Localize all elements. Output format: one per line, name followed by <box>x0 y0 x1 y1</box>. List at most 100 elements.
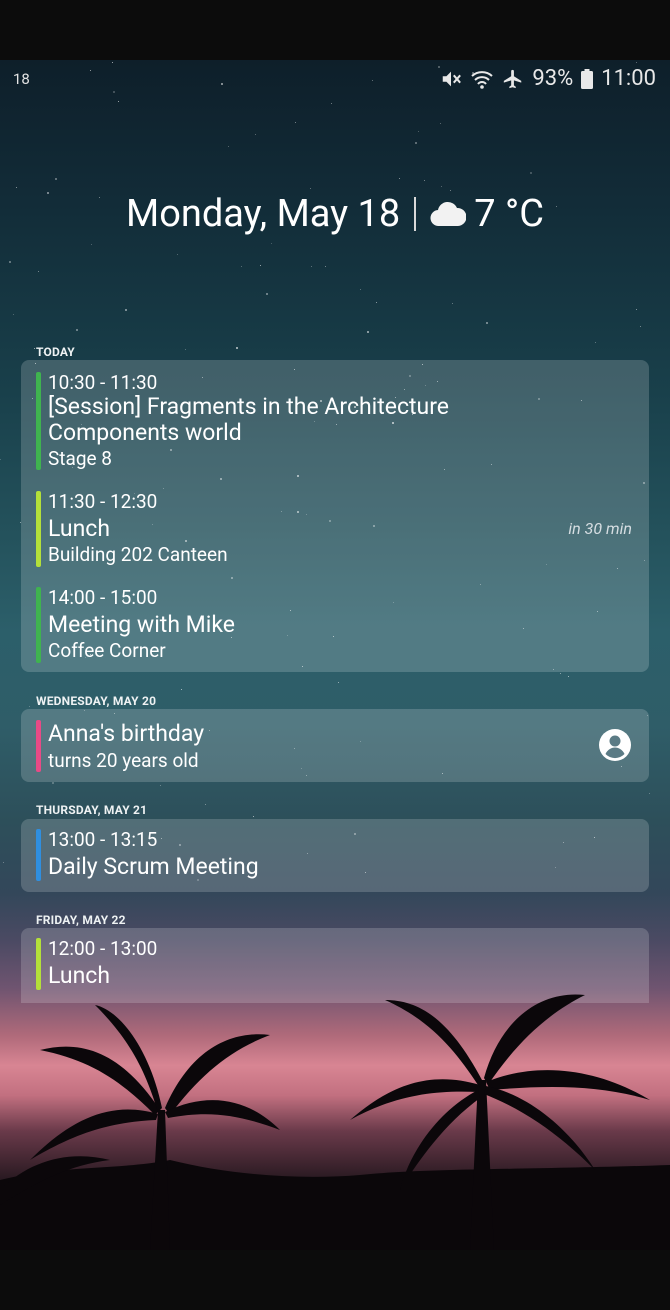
lock-screen: 18 93% 11:00 Monday, May 18 7 °C TODAY 1… <box>0 60 670 1250</box>
event-title: Meeting with Mike <box>48 611 235 638</box>
star <box>415 142 417 144</box>
event-time: 13:00 - 13:15 <box>48 828 158 851</box>
date-text: Monday, May 18 <box>126 192 401 236</box>
event-title-line2: Components world <box>48 419 242 446</box>
weather: 7 °C <box>430 192 544 236</box>
event-title: Daily Scrum Meeting <box>48 853 259 880</box>
star <box>228 146 229 147</box>
star <box>338 682 339 683</box>
header-divider <box>414 197 417 231</box>
event-location: Stage 8 <box>48 447 112 470</box>
event-location: Coffee Corner <box>48 639 166 662</box>
section-label-friday: FRIDAY, MAY 22 <box>36 913 126 927</box>
event-meeting[interactable]: 14:00 - 15:00 Meeting with Mike Coffee C… <box>21 580 649 664</box>
events-card-today: 10:30 - 11:30 [Session] Fragments in the… <box>21 360 649 672</box>
star <box>568 676 569 677</box>
star <box>91 244 92 245</box>
event-time: 12:00 - 13:00 <box>48 937 158 960</box>
star <box>360 289 361 290</box>
section-label-thursday: THURSDAY, MAY 21 <box>36 803 148 817</box>
wifi-icon <box>471 70 494 89</box>
event-title: Lunch <box>48 515 110 542</box>
section-label-today: TODAY <box>36 345 75 359</box>
star <box>295 122 296 123</box>
event-title: Lunch <box>48 962 110 989</box>
section-label-wednesday: WEDNESDAY, MAY 20 <box>36 694 157 708</box>
star <box>38 271 39 272</box>
star <box>0 459 1 460</box>
mute-icon <box>443 71 462 86</box>
star <box>266 293 268 295</box>
events-card-thursday: 13:00 - 13:15 Daily Scrum Meeting <box>21 819 649 892</box>
star <box>367 331 369 333</box>
event-scrum[interactable]: 13:00 - 13:15 Daily Scrum Meeting <box>21 819 649 892</box>
event-color-bar <box>36 372 41 470</box>
battery-icon <box>581 68 594 89</box>
event-session[interactable]: 10:30 - 11:30 [Session] Fragments in the… <box>21 360 649 478</box>
star <box>205 804 206 805</box>
events-card-wednesday: Anna's birthday turns 20 years old <box>21 709 649 782</box>
event-subtitle: turns 20 years old <box>48 749 199 772</box>
star <box>185 349 186 350</box>
star <box>271 243 272 244</box>
person-icon[interactable] <box>599 729 631 761</box>
star <box>3 862 4 863</box>
star <box>486 322 488 324</box>
status-bar: 18 93% 11:00 <box>0 60 670 100</box>
star <box>452 303 453 304</box>
star <box>595 342 596 343</box>
event-time: 14:00 - 15:00 <box>48 586 158 609</box>
star <box>560 673 561 674</box>
star <box>640 326 641 327</box>
star <box>253 816 254 817</box>
event-location: Building 202 Canteen <box>48 543 228 566</box>
battery-percent: 93% <box>532 66 574 91</box>
star <box>636 309 637 310</box>
event-title: Anna's birthday <box>48 720 205 747</box>
event-countdown: in 30 min <box>568 519 632 538</box>
temperature: 7 °C <box>474 192 544 236</box>
event-color-bar <box>36 587 41 663</box>
cloud-icon <box>430 201 467 227</box>
star <box>181 689 182 690</box>
event-color-bar <box>36 829 41 881</box>
status-icons: 93% 11:00 <box>440 66 656 91</box>
star <box>530 172 532 174</box>
star <box>310 188 311 189</box>
event-lunch[interactable]: 11:30 - 12:30 Lunch Building 202 Canteen… <box>21 485 649 567</box>
star <box>118 101 119 102</box>
star <box>125 309 127 311</box>
star <box>29 706 30 707</box>
event-birthday[interactable]: Anna's birthday turns 20 years old <box>21 709 649 782</box>
star <box>76 329 78 331</box>
star <box>55 178 57 180</box>
event-color-bar <box>36 720 41 772</box>
star <box>13 314 14 315</box>
star <box>177 254 178 255</box>
star <box>9 261 11 263</box>
event-title-line1: [Session] Fragments in the Architecture <box>48 393 449 420</box>
star <box>255 134 256 135</box>
event-color-bar <box>36 938 41 990</box>
airplane-icon <box>504 69 522 88</box>
palm-trees-silhouette <box>0 994 670 1250</box>
star <box>236 347 238 349</box>
event-time: 11:30 - 12:30 <box>48 490 158 513</box>
star <box>34 348 35 349</box>
clock: 11:00 <box>601 66 656 91</box>
star <box>441 186 442 187</box>
star <box>260 265 261 266</box>
star <box>311 266 312 267</box>
star <box>440 123 441 124</box>
star <box>331 103 332 104</box>
star <box>450 190 451 191</box>
event-time: 10:30 - 11:30 <box>48 371 158 394</box>
star <box>376 302 377 303</box>
date-weather-header[interactable]: Monday, May 18 7 °C <box>0 192 670 236</box>
star <box>418 131 419 132</box>
status-left-text: 18 <box>13 70 30 88</box>
star <box>16 187 17 188</box>
star <box>241 266 242 267</box>
star <box>649 793 650 794</box>
star <box>424 180 425 181</box>
